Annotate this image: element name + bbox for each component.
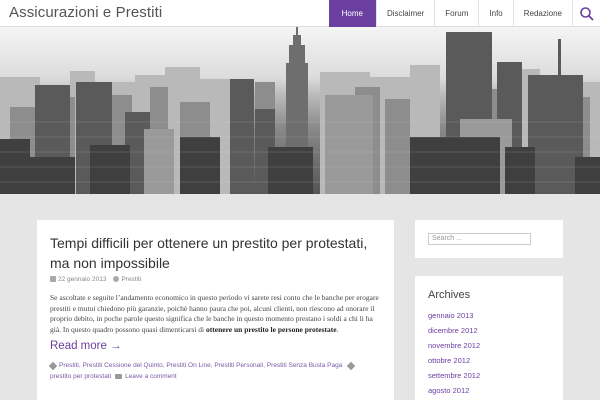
tag-link[interactable]: Prestiti Cessione del Quinto xyxy=(83,362,163,369)
hero-image xyxy=(0,27,600,194)
comment-icon xyxy=(115,374,123,380)
tag-icon xyxy=(48,361,58,370)
nav-item-redazione[interactable]: Redazione xyxy=(512,0,572,27)
sidebar-search-input[interactable]: Search ... xyxy=(428,233,531,245)
post-excerpt: Se ascoltate e seguite l’andamento econo… xyxy=(50,293,379,334)
tag-icon xyxy=(347,361,356,370)
archive-link[interactable]: novembre 2012 xyxy=(428,338,563,353)
calendar-icon xyxy=(50,276,56,283)
main-nav: Home Disclaimer Forum Info Redazione xyxy=(328,0,600,27)
post-card: Tempi difficili per ottenere un prestito… xyxy=(37,220,394,400)
post-date[interactable]: 22 gennaio 2013 xyxy=(50,276,106,283)
tag-link[interactable]: prestito per protestati xyxy=(50,373,111,380)
tag-link[interactable]: Prestiti xyxy=(59,362,79,369)
search-widget: Search ... xyxy=(415,220,563,258)
site-header: Assicurazioni e Prestiti Home Disclaimer… xyxy=(0,0,600,27)
archive-link[interactable]: gennaio 2013 xyxy=(428,308,563,323)
read-more-link[interactable]: Read more → xyxy=(50,340,122,352)
tag-link[interactable]: Prestiti Personali xyxy=(214,362,263,369)
archives-title: Archives xyxy=(428,289,471,301)
post-excerpt-strong: ottenere un prestito le persone protesta… xyxy=(206,324,337,334)
nav-item-info[interactable]: Info xyxy=(478,0,512,27)
leave-comment-link[interactable]: Leave a comment xyxy=(125,373,177,380)
archive-link[interactable]: ottobre 2012 xyxy=(428,353,563,368)
tag-link[interactable]: Prestiti Senza Busta Paga xyxy=(267,362,343,369)
archive-link[interactable]: dicembre 2012 xyxy=(428,323,563,338)
archive-link[interactable]: agosto 2012 xyxy=(428,383,563,398)
nav-item-forum[interactable]: Forum xyxy=(434,0,478,27)
nav-search-button[interactable] xyxy=(572,0,600,27)
archives-widget: Archives gennaio 2013 dicembre 2012 nove… xyxy=(415,276,563,400)
site-title[interactable]: Assicurazioni e Prestiti xyxy=(9,4,162,21)
archive-link[interactable]: settembre 2012 xyxy=(428,368,563,383)
tag-link[interactable]: Prestiti On Line xyxy=(166,362,210,369)
post-author[interactable]: Prestiti xyxy=(113,276,141,283)
post-title[interactable]: Tempi difficili per ottenere un prestito… xyxy=(50,233,381,273)
search-icon xyxy=(580,7,594,21)
post-tags: Prestiti, Prestiti Cessione del Quinto, … xyxy=(48,360,381,382)
nav-item-home[interactable]: Home xyxy=(328,0,376,27)
nav-item-disclaimer[interactable]: Disclaimer xyxy=(375,0,434,27)
user-icon xyxy=(113,276,120,283)
post-meta: 22 gennaio 2013 Prestiti xyxy=(50,276,381,283)
